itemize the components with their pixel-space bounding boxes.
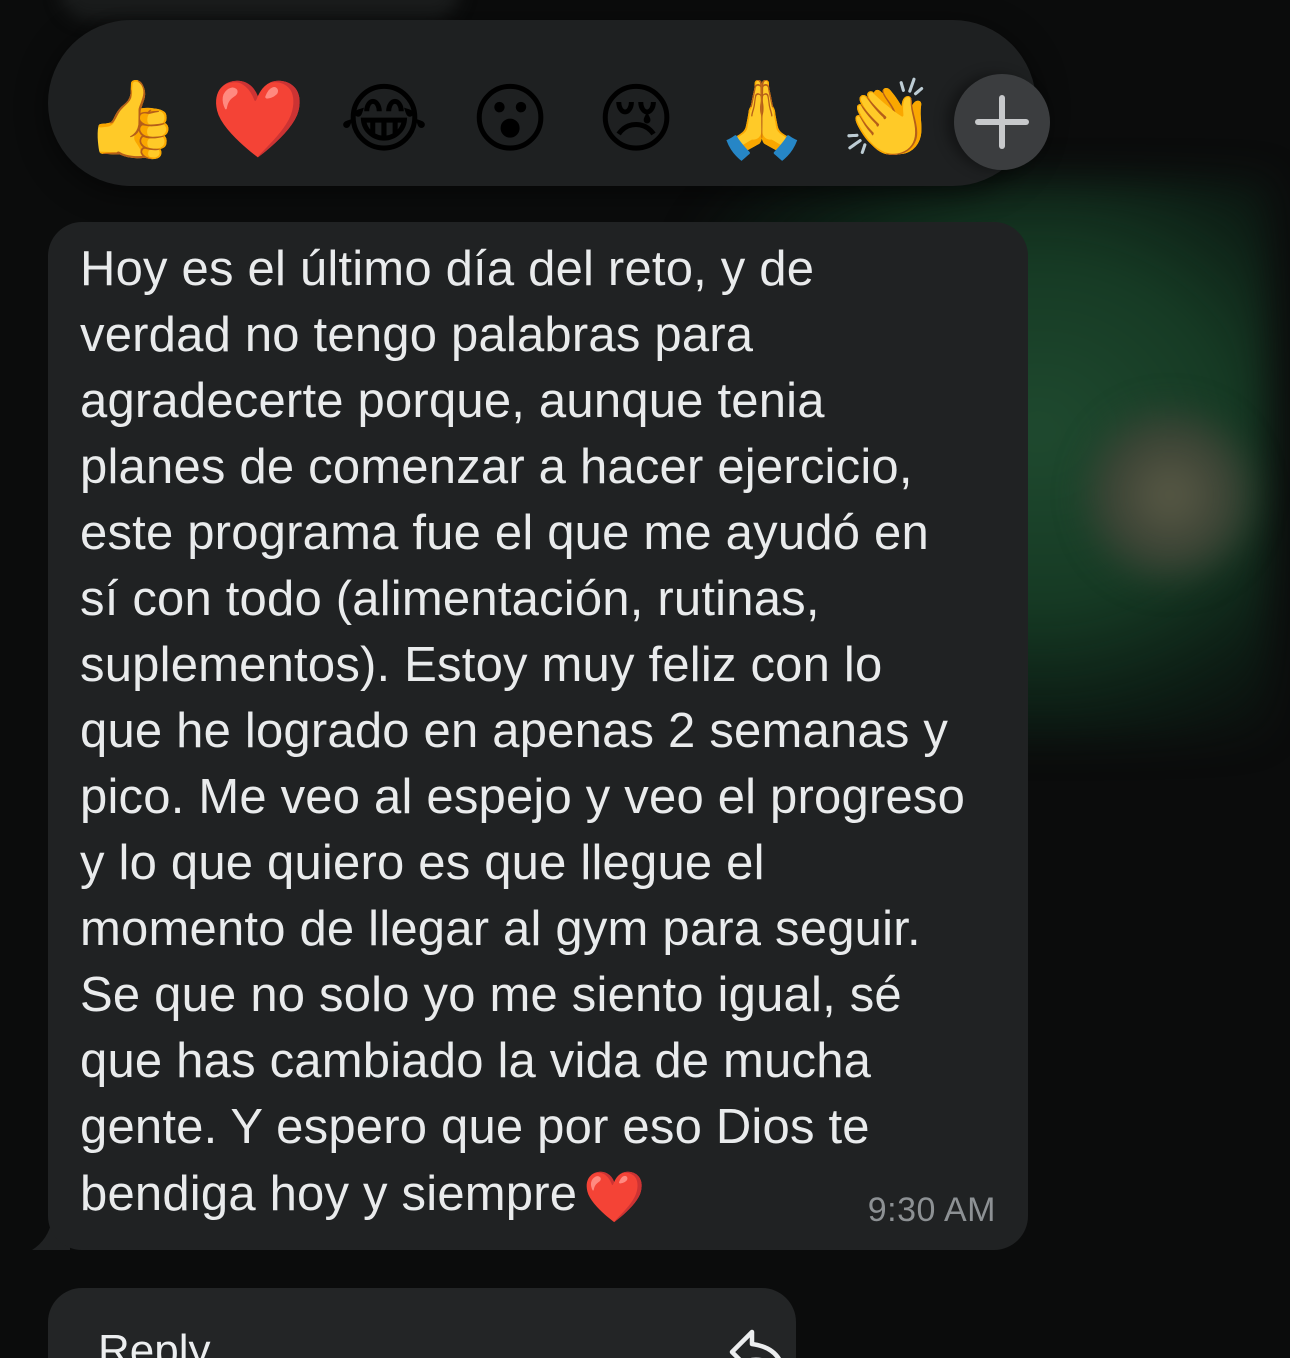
surprised-face-icon[interactable]: 😮 <box>462 72 558 168</box>
crying-face-icon[interactable]: 😢 <box>588 72 684 168</box>
reaction-bar: 👍 ❤️ 😂 😮 😢 🙏 👏 <box>48 20 1050 186</box>
blurred-background <box>60 0 460 20</box>
red-heart-icon[interactable]: ❤️ <box>210 72 306 168</box>
message-timestamp: 9:30 AM <box>867 1191 996 1229</box>
message-text: Hoy es el último día del reto, y de verd… <box>80 236 1010 1227</box>
message-bubble[interactable]: Hoy es el último día del reto, y de verd… <box>48 222 1028 1250</box>
message-context-menu: Reply <box>48 1288 796 1358</box>
plus-icon <box>975 95 1029 149</box>
folded-hands-icon[interactable]: 🙏 <box>714 72 810 168</box>
reply-label: Reply <box>98 1326 211 1358</box>
message-body: Hoy es el último día del reto, y de verd… <box>80 242 966 1221</box>
more-reactions-button[interactable] <box>954 74 1050 170</box>
reply-arrow-icon <box>729 1329 781 1358</box>
clapping-hands-icon[interactable]: 👏 <box>840 72 936 168</box>
blurred-background <box>1080 400 1260 590</box>
red-heart-icon: ❤️ <box>583 1169 646 1225</box>
tears-of-joy-icon[interactable]: 😂 <box>336 72 432 168</box>
chat-screen: 👍 ❤️ 😂 😮 😢 🙏 👏 Hoy es el último día del … <box>0 0 1290 1358</box>
thumbs-up-icon[interactable]: 👍 <box>84 72 180 168</box>
reply-menu-item[interactable]: Reply <box>48 1288 796 1358</box>
